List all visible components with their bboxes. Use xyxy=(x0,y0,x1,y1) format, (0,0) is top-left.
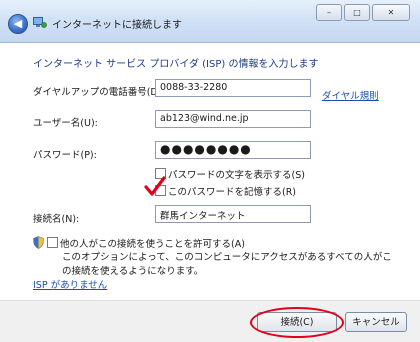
title-bar: ◀ インターネットに接続します – □ ✕ xyxy=(0,0,420,43)
back-arrow-icon[interactable]: ◀ xyxy=(8,14,28,34)
password-label: パスワード(P): xyxy=(33,150,97,161)
window-title: インターネットに接続します xyxy=(52,20,182,31)
remember-password-label: このパスワードを記憶する(R) xyxy=(168,187,297,198)
close-button[interactable]: ✕ xyxy=(372,4,410,21)
username-label: ユーザー名(U): xyxy=(33,118,98,129)
connection-name-field[interactable]: 群馬インターネット xyxy=(155,205,311,223)
connect-dialog-window: ◀ インターネットに接続します – □ ✕ インターネット サービス プロバイダ… xyxy=(0,0,420,342)
dialing-rules-link[interactable]: ダイヤル規則 xyxy=(322,88,379,102)
connect-highlight-annotation xyxy=(250,307,344,338)
dialup-number-field[interactable]: 0088-33-2280 xyxy=(155,79,311,97)
shield-icon xyxy=(33,236,44,249)
window-controls: – □ ✕ xyxy=(316,4,410,21)
no-isp-link[interactable]: ISP がありません xyxy=(33,277,107,291)
allow-others-note: このオプションによって、このコンピュータにアクセスがあるすべての人がこの接続を使… xyxy=(62,252,392,277)
password-field[interactable]: ●●●●●●●● xyxy=(155,141,311,159)
page-heading: インターネット サービス プロバイダ (ISP) の情報を入力します xyxy=(33,59,319,70)
checkmark-annotation-icon xyxy=(144,176,166,196)
username-field[interactable]: ab123@wind.ne.jp xyxy=(155,110,311,128)
dialup-number-label: ダイヤルアップの電話番号(D): xyxy=(33,87,165,98)
connection-name-label: 接続名(N): xyxy=(33,214,80,225)
network-connection-icon xyxy=(33,17,47,28)
minimize-button[interactable]: – xyxy=(316,4,342,21)
allow-others-checkbox[interactable] xyxy=(47,237,58,248)
show-password-label: パスワードの文字を表示する(S) xyxy=(168,170,305,181)
cancel-button[interactable]: キャンセル xyxy=(345,312,407,332)
allow-others-label: 他の人がこの接続を使うことを許可する(A) xyxy=(60,239,245,250)
maximize-button[interactable]: □ xyxy=(344,4,370,21)
